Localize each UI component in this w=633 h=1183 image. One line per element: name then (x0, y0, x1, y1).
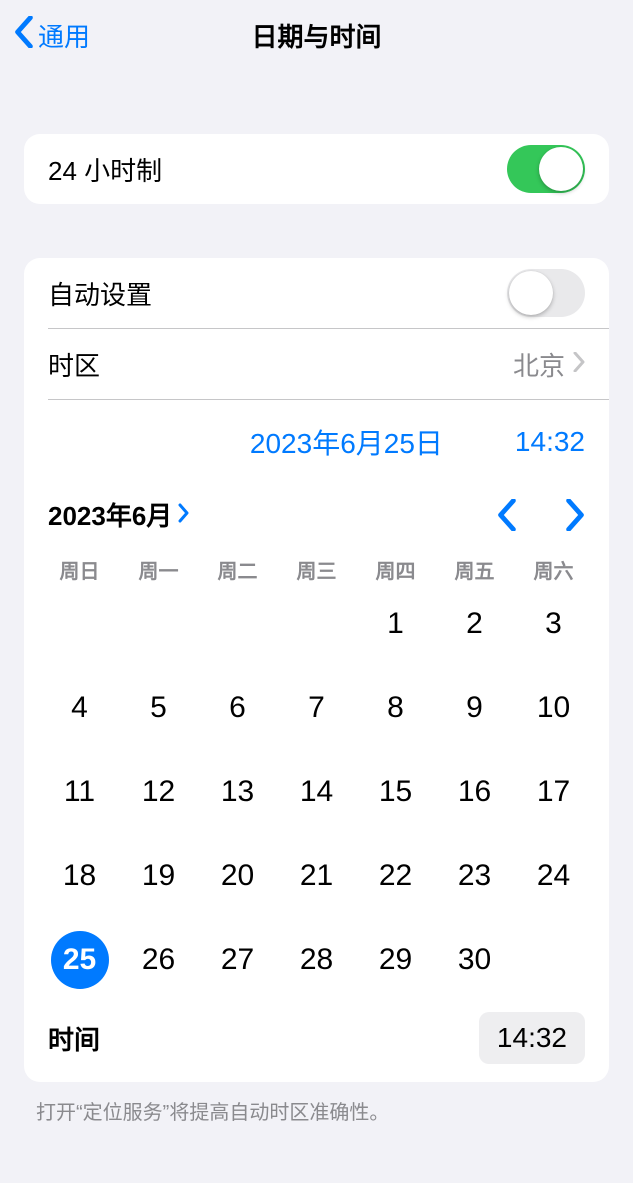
weekday-label: 周日 (40, 555, 119, 584)
next-month-button[interactable] (565, 499, 585, 531)
month-label: 2023年6月 (48, 496, 172, 533)
weekday-label: 周二 (198, 555, 277, 584)
datetime-picker-row: 2023年6月25日 14:32 (24, 400, 609, 476)
setting-24-hour-label: 24 小时制 (48, 151, 507, 188)
calendar-day[interactable]: 19 (130, 847, 188, 905)
page-title: 日期与时间 (0, 17, 633, 54)
calendar-day[interactable]: 21 (288, 847, 346, 905)
calendar-day[interactable]: 13 (209, 763, 267, 821)
calendar-day[interactable]: 7 (288, 679, 346, 737)
calendar-day[interactable]: 3 (525, 595, 583, 653)
calendar-day[interactable]: 22 (367, 847, 425, 905)
weekday-label: 周三 (277, 555, 356, 584)
time-row: 时间 14:32 (24, 998, 609, 1082)
setting-auto-set: 自动设置 (24, 258, 609, 328)
switch-auto-set[interactable] (507, 269, 585, 317)
calendar-day[interactable]: 8 (367, 679, 425, 737)
weekday-label: 周六 (514, 555, 593, 584)
weekday-header: 周日周一周二周三周四周五周六 (24, 549, 609, 592)
weekday-label: 周一 (119, 555, 198, 584)
calendar-day[interactable]: 27 (209, 931, 267, 989)
calendar-day[interactable]: 9 (446, 679, 504, 737)
group-1: 24 小时制 (24, 134, 609, 204)
calendar-day[interactable]: 2 (446, 595, 504, 653)
setting-timezone-value: 北京 (513, 346, 565, 383)
setting-timezone[interactable]: 时区 北京 (24, 329, 609, 399)
time-value-button[interactable]: 14:32 (479, 1012, 585, 1064)
calendar-day[interactable]: 15 (367, 763, 425, 821)
calendar-day[interactable]: 30 (446, 931, 504, 989)
calendar-day[interactable]: 18 (51, 847, 109, 905)
calendar-day[interactable]: 26 (130, 931, 188, 989)
calendar-day[interactable]: 24 (525, 847, 583, 905)
chevron-right-icon (573, 352, 585, 377)
group-2: 自动设置 时区 北京 2023年6月25日 14:32 2023年6月 (24, 258, 609, 1082)
calendar-day[interactable]: 25 (51, 931, 109, 989)
switch-24-hour[interactable] (507, 145, 585, 193)
calendar-day[interactable]: 12 (130, 763, 188, 821)
calendar-day[interactable]: 10 (525, 679, 583, 737)
back-button[interactable]: 通用 (0, 16, 90, 55)
setting-auto-set-label: 自动设置 (48, 275, 507, 312)
calendar-day[interactable]: 16 (446, 763, 504, 821)
calendar-day[interactable]: 4 (51, 679, 109, 737)
calendar-grid: 1234567891011121314151617181920212223242… (24, 592, 609, 998)
setting-24-hour: 24 小时制 (24, 134, 609, 204)
time-picker-button[interactable]: 14:32 (515, 426, 585, 458)
calendar-day[interactable]: 1 (367, 595, 425, 653)
chevron-left-icon (14, 16, 34, 55)
calendar-day[interactable]: 20 (209, 847, 267, 905)
calendar-day[interactable]: 6 (209, 679, 267, 737)
prev-month-button[interactable] (497, 499, 517, 531)
weekday-label: 周四 (356, 555, 435, 584)
calendar-day[interactable]: 5 (130, 679, 188, 737)
footer-note: 打开“定位服务”将提高自动时区准确性。 (0, 1082, 633, 1125)
calendar-day[interactable]: 29 (367, 931, 425, 989)
chevron-right-icon (178, 499, 190, 530)
month-selector[interactable]: 2023年6月 (48, 496, 190, 533)
calendar-day[interactable]: 28 (288, 931, 346, 989)
date-picker-button[interactable]: 2023年6月25日 (250, 422, 443, 462)
setting-timezone-label: 时区 (48, 346, 513, 383)
calendar-day[interactable]: 23 (446, 847, 504, 905)
back-label: 通用 (38, 17, 90, 54)
calendar-day[interactable]: 11 (51, 763, 109, 821)
calendar-day[interactable]: 17 (525, 763, 583, 821)
calendar-day[interactable]: 14 (288, 763, 346, 821)
time-label: 时间 (48, 1020, 479, 1057)
weekday-label: 周五 (435, 555, 514, 584)
